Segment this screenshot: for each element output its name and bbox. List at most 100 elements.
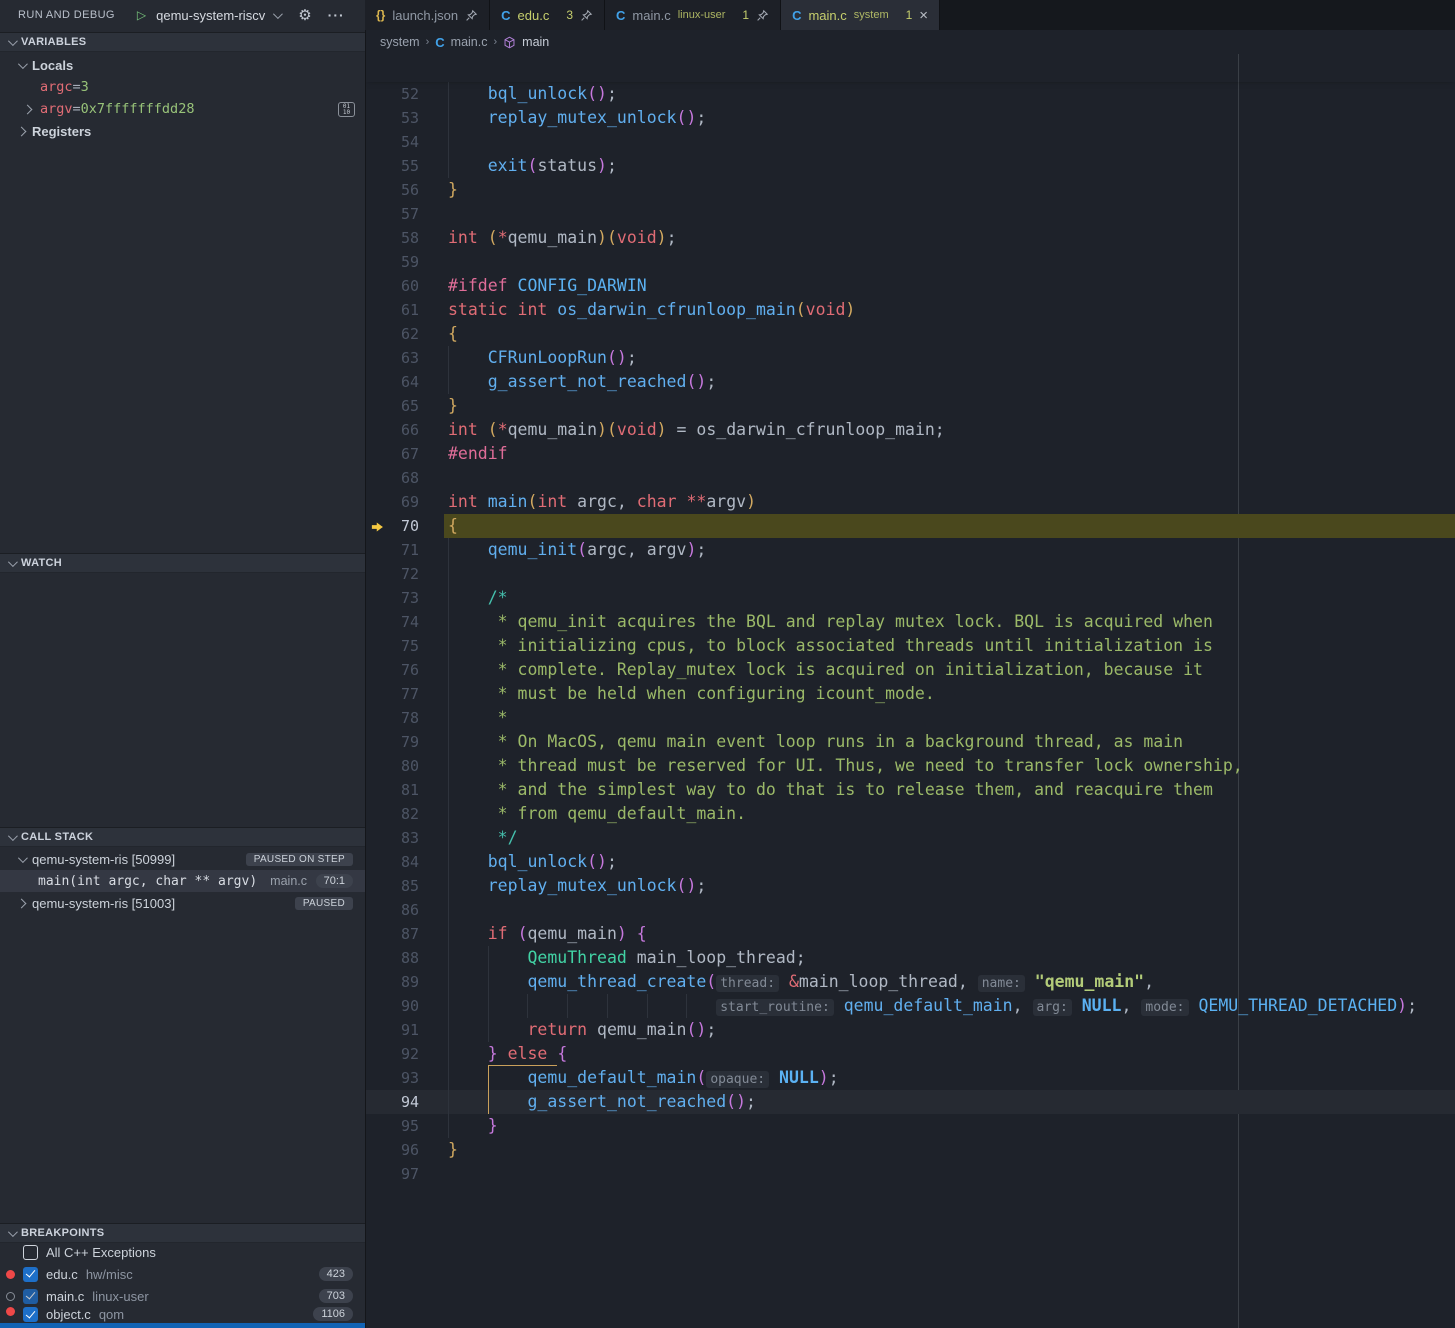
pin-icon[interactable] [580,9,593,22]
breadcrumb-item[interactable]: main [522,35,549,49]
code-line[interactable]: 89 qemu_thread_create(thread: &main_loop… [366,970,1455,994]
code-line[interactable]: 77 * must be held when configuring icoun… [366,682,1455,706]
breakpoint-row-main-c[interactable]: main.clinux-user703 [0,1285,365,1307]
code-line[interactable]: 97 [366,1162,1455,1186]
code-line[interactable]: 60#ifdef CONFIG_DARWIN [366,274,1455,298]
inlay-hint: mode: [1141,999,1188,1016]
code-line[interactable]: 91 return qemu_main(); [366,1018,1455,1042]
code-line[interactable]: 67#endif [366,442,1455,466]
code-token: ** [686,492,706,511]
code-line[interactable]: 93 qemu_default_main(opaque: NULL); [366,1066,1455,1090]
code-line[interactable]: 88 QemuThread main_loop_thread; [366,946,1455,970]
code-line[interactable]: 95 } [366,1114,1455,1138]
breakpoint-checkbox[interactable] [23,1267,38,1282]
code-line[interactable]: 65} [366,394,1455,418]
stack-frame-row[interactable]: main(int argc, char ** argv)main.c70:1 [0,870,365,892]
code-line[interactable]: 66int (*qemu_main)(void) = os_darwin_cfr… [366,418,1455,442]
breakpoint-checkbox[interactable] [23,1289,38,1304]
code-area[interactable]: 52 bql_unlock();53 replay_mutex_unlock()… [366,82,1455,1328]
tab-main-c-system[interactable]: Cmain.csystem1× [781,0,940,30]
code-line[interactable]: 81 * and the simplest way to do that is … [366,778,1455,802]
code-line[interactable]: 80 * thread must be reserved for UI. Thu… [366,754,1455,778]
code-line[interactable]: 73 /* [366,586,1455,610]
tab-main-c-linux-user[interactable]: Cmain.clinux-user1 [605,0,781,30]
breakpoint-row-edu-c[interactable]: edu.chw/misc423 [0,1263,365,1285]
code-line[interactable]: 82 * from qemu_default_main. [366,802,1455,826]
code-line[interactable]: 84 bql_unlock(); [366,850,1455,874]
breakpoint-checkbox[interactable] [23,1307,38,1322]
code-line[interactable]: 86 [366,898,1455,922]
code-line[interactable]: 71 qemu_init(argc, argv); [366,538,1455,562]
code-token: CONFIG_DARWIN [518,276,647,295]
registers-label: Registers [32,124,91,139]
code-line[interactable]: 54 [366,130,1455,154]
call-stack-section-header[interactable]: CALL STACK [0,827,365,847]
code-line[interactable]: 79 * On MacOS, qemu main event loop runs… [366,730,1455,754]
code-line[interactable]: 52 bql_unlock(); [366,82,1455,106]
code-text: bql_unlock(); [448,850,617,874]
code-line[interactable]: 83 */ [366,826,1455,850]
chevron-down-icon[interactable] [273,9,283,19]
code-line[interactable]: 85 replay_mutex_unlock(); [366,874,1455,898]
breakpoint-row-All-C---Exceptions[interactable]: All C++ Exceptions [0,1241,365,1263]
breakpoint-row-selected-partial[interactable] [0,1323,365,1328]
breadcrumb-item[interactable]: main.c [451,35,488,49]
code-line[interactable]: 72 [366,562,1455,586]
breadcrumb-item[interactable]: system [380,35,420,49]
cursor-line[interactable]: 94 g_assert_not_reached(); [366,1090,1455,1114]
start-debug-icon[interactable]: ▷ [137,9,146,21]
code-line[interactable]: 62{ [366,322,1455,346]
debug-config-select[interactable]: qemu-system-riscv [156,8,265,23]
code-line[interactable]: 92 } else { [366,1042,1455,1066]
code-line[interactable]: 56} [366,178,1455,202]
code-line[interactable]: 61static int os_darwin_cfrunloop_main(vo… [366,298,1455,322]
close-icon[interactable]: × [919,8,928,23]
code-token: ( [518,924,528,943]
registers-group[interactable]: Registers [0,120,365,142]
variables-section-header[interactable]: VARIABLES [0,32,365,52]
code-line[interactable]: 59 [366,250,1455,274]
locals-group[interactable]: Locals [0,54,365,76]
thread-label: qemu-system-ris [51003] [32,896,175,911]
chevron-down-icon[interactable] [18,853,28,863]
breakpoints-section-header[interactable]: BREAKPOINTS [0,1223,365,1243]
tab-filename: main.c [808,8,846,23]
pin-icon[interactable] [465,9,478,22]
pin-icon[interactable] [756,9,769,22]
code-line[interactable]: 74 * qemu_init acquires the BQL and repl… [366,610,1455,634]
code-line[interactable]: 68 [366,466,1455,490]
json-braces-icon: {} [376,8,385,22]
variable-row-argc[interactable]: argc = 3 [0,76,365,98]
tab-launch-json[interactable]: {}launch.json [365,0,490,30]
chevron-right-icon[interactable] [17,898,27,908]
breakpoint-checkbox[interactable] [23,1245,38,1260]
variable-row-argv[interactable]: argv = 0x7fffffffdd280110 [0,98,365,120]
current-step-line[interactable]: 70{ [366,514,1455,538]
more-actions-icon[interactable]: ··· [328,7,345,23]
call-stack-thread[interactable]: qemu-system-ris [50999]PAUSED ON STEP [0,848,365,870]
code-line[interactable]: 96} [366,1138,1455,1162]
code-line[interactable]: 57 [366,202,1455,226]
code-line[interactable]: 55 exit(status); [366,154,1455,178]
line-number: 58 [366,226,419,250]
code-line[interactable]: 78 * [366,706,1455,730]
tab-edu-c[interactable]: Cedu.c3 [490,0,605,30]
breakpoint-row-object-c[interactable]: object.cqom1106 [0,1307,365,1324]
code-line[interactable]: 63 CFRunLoopRun(); [366,346,1455,370]
code-line[interactable]: 75 * initializing cpus, to block associa… [366,634,1455,658]
code-line[interactable]: 53 replay_mutex_unlock(); [366,106,1455,130]
code-line[interactable]: 76 * complete. Replay_mutex lock is acqu… [366,658,1455,682]
call-stack-thread[interactable]: qemu-system-ris [51003]PAUSED [0,892,365,914]
code-line[interactable]: 64 g_assert_not_reached(); [366,370,1455,394]
code-token: ; [706,372,716,391]
code-line[interactable]: 90 start_routine: qemu_default_main, arg… [366,994,1455,1018]
code-token: = os_darwin_cfrunloop_main; [667,420,945,439]
view-binary-icon[interactable]: 0110 [338,102,355,117]
gear-icon[interactable]: ⚙ [298,6,311,24]
code-token: ( [488,420,498,439]
watch-section-header[interactable]: WATCH [0,553,365,573]
code-line[interactable]: 87 if (qemu_main) { [366,922,1455,946]
code-line[interactable]: 58int (*qemu_main)(void); [366,226,1455,250]
code-line[interactable]: 69int main(int argc, char **argv) [366,490,1455,514]
chevron-right-icon[interactable] [23,104,33,114]
